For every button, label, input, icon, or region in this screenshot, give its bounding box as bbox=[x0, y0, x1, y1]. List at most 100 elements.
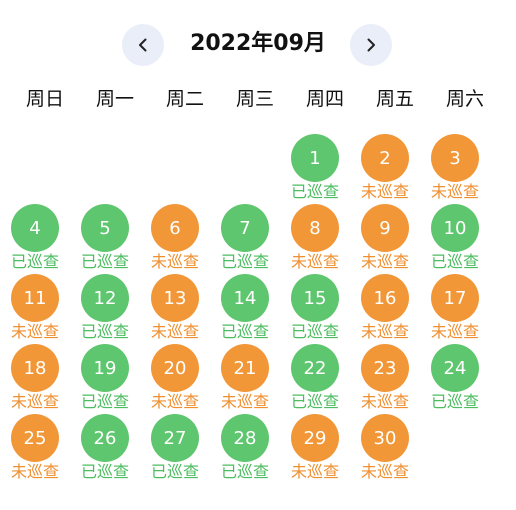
day-number: 27 bbox=[151, 414, 199, 462]
patrol-status-label: 未巡查 bbox=[10, 392, 59, 411]
day-number: 18 bbox=[11, 344, 59, 392]
day-number: 2 bbox=[361, 134, 409, 182]
calendar-day-27[interactable]: 27 已巡查 bbox=[140, 414, 210, 484]
patrol-status-label: 已巡查 bbox=[430, 392, 479, 411]
patrol-status-label: 已巡查 bbox=[80, 392, 129, 411]
day-number: 24 bbox=[431, 344, 479, 392]
day-number: 5 bbox=[81, 204, 129, 252]
day-number: 6 bbox=[151, 204, 199, 252]
day-number: 21 bbox=[221, 344, 269, 392]
day-number: 8 bbox=[291, 204, 339, 252]
patrol-status-label: 未巡查 bbox=[430, 322, 479, 341]
day-number: 3 bbox=[431, 134, 479, 182]
day-number: 29 bbox=[291, 414, 339, 462]
calendar-day-18[interactable]: 18 未巡查 bbox=[0, 344, 70, 414]
weekday-label: 周四 bbox=[305, 88, 344, 110]
calendar-day-15[interactable]: 15 已巡查 bbox=[280, 274, 350, 344]
patrol-status-label: 已巡查 bbox=[220, 322, 269, 341]
calendar-day-4[interactable]: 4 已巡查 bbox=[0, 204, 70, 274]
day-number: 26 bbox=[81, 414, 129, 462]
calendar-day-5[interactable]: 5 已巡查 bbox=[70, 204, 140, 274]
patrol-status-label: 未巡查 bbox=[220, 392, 269, 411]
patrol-status-label: 未巡查 bbox=[290, 462, 339, 481]
prev-month-button[interactable] bbox=[122, 24, 164, 66]
patrol-status-label: 已巡查 bbox=[220, 252, 269, 271]
patrol-status-label: 已巡查 bbox=[80, 462, 129, 481]
day-number: 13 bbox=[151, 274, 199, 322]
calendar-day-21[interactable]: 21 未巡查 bbox=[210, 344, 280, 414]
day-number: 10 bbox=[431, 204, 479, 252]
day-number: 22 bbox=[291, 344, 339, 392]
patrol-status-label: 已巡查 bbox=[290, 182, 339, 201]
weekday-label: 周日 bbox=[25, 88, 64, 110]
patrol-status-label: 未巡查 bbox=[290, 252, 339, 271]
weekday-label: 周六 bbox=[445, 88, 484, 110]
calendar-day-23[interactable]: 23 未巡查 bbox=[350, 344, 420, 414]
calendar-day-24[interactable]: 24 已巡查 bbox=[420, 344, 490, 414]
calendar-day-20[interactable]: 20 未巡查 bbox=[140, 344, 210, 414]
patrol-status-label: 未巡查 bbox=[10, 322, 59, 341]
day-number: 14 bbox=[221, 274, 269, 322]
day-number: 17 bbox=[431, 274, 479, 322]
patrol-status-label: 已巡查 bbox=[80, 252, 129, 271]
month-title: 2022年09月 bbox=[190, 31, 326, 56]
patrol-status-label: 未巡查 bbox=[150, 252, 199, 271]
chevron-left-icon bbox=[139, 38, 147, 52]
calendar-day-10[interactable]: 10 已巡查 bbox=[420, 204, 490, 274]
patrol-status-label: 未巡查 bbox=[360, 322, 409, 341]
chevron-right-icon bbox=[367, 38, 375, 52]
weekday-label: 周一 bbox=[95, 88, 134, 110]
weekday-header-row: 周日 周一 周二 周三 周四 周五 周六 bbox=[0, 84, 516, 114]
day-number: 23 bbox=[361, 344, 409, 392]
day-number: 1 bbox=[291, 134, 339, 182]
day-number: 30 bbox=[361, 414, 409, 462]
patrol-status-label: 已巡查 bbox=[220, 462, 269, 481]
patrol-status-label: 未巡查 bbox=[430, 182, 479, 201]
patrol-status-label: 未巡查 bbox=[360, 462, 409, 481]
calendar-day-17[interactable]: 17 未巡查 bbox=[420, 274, 490, 344]
calendar-day-14[interactable]: 14 已巡查 bbox=[210, 274, 280, 344]
calendar-day-22[interactable]: 22 已巡查 bbox=[280, 344, 350, 414]
weekday-label: 周五 bbox=[375, 88, 414, 110]
day-number: 15 bbox=[291, 274, 339, 322]
day-number: 9 bbox=[361, 204, 409, 252]
weekday-label: 周二 bbox=[165, 88, 204, 110]
day-number: 16 bbox=[361, 274, 409, 322]
day-number: 25 bbox=[11, 414, 59, 462]
patrol-status-label: 未巡查 bbox=[360, 392, 409, 411]
calendar-day-2[interactable]: 2 未巡查 bbox=[350, 134, 420, 204]
next-month-button[interactable] bbox=[350, 24, 392, 66]
calendar-day-1[interactable]: 1 已巡查 bbox=[280, 134, 350, 204]
calendar-day-3[interactable]: 3 未巡查 bbox=[420, 134, 490, 204]
calendar-day-30[interactable]: 30 未巡查 bbox=[350, 414, 420, 484]
calendar-day-9[interactable]: 9 未巡查 bbox=[350, 204, 420, 274]
calendar-day-6[interactable]: 6 未巡查 bbox=[140, 204, 210, 274]
patrol-status-label: 未巡查 bbox=[10, 462, 59, 481]
calendar-day-26[interactable]: 26 已巡查 bbox=[70, 414, 140, 484]
day-number: 20 bbox=[151, 344, 199, 392]
day-number: 7 bbox=[221, 204, 269, 252]
patrol-status-label: 未巡查 bbox=[360, 182, 409, 201]
calendar-day-19[interactable]: 19 已巡查 bbox=[70, 344, 140, 414]
calendar-day-25[interactable]: 25 未巡查 bbox=[0, 414, 70, 484]
day-number: 12 bbox=[81, 274, 129, 322]
calendar-day-12[interactable]: 12 已巡查 bbox=[70, 274, 140, 344]
calendar-day-8[interactable]: 8 未巡查 bbox=[280, 204, 350, 274]
calendar-day-16[interactable]: 16 未巡查 bbox=[350, 274, 420, 344]
calendar-day-13[interactable]: 13 未巡查 bbox=[140, 274, 210, 344]
patrol-status-label: 未巡查 bbox=[150, 392, 199, 411]
patrol-status-label: 已巡查 bbox=[430, 252, 479, 271]
patrol-status-label: 已巡查 bbox=[290, 322, 339, 341]
calendar-day-28[interactable]: 28 已巡查 bbox=[210, 414, 280, 484]
calendar-day-29[interactable]: 29 未巡查 bbox=[280, 414, 350, 484]
patrol-status-label: 已巡查 bbox=[290, 392, 339, 411]
calendar-header: 2022年09月 bbox=[0, 20, 516, 70]
calendar-day-11[interactable]: 11 未巡查 bbox=[0, 274, 70, 344]
weekday-label: 周三 bbox=[235, 88, 274, 110]
calendar-day-7[interactable]: 7 已巡查 bbox=[210, 204, 280, 274]
day-number: 4 bbox=[11, 204, 59, 252]
day-number: 28 bbox=[221, 414, 269, 462]
patrol-status-label: 已巡查 bbox=[10, 252, 59, 271]
patrol-status-label: 已巡查 bbox=[150, 462, 199, 481]
patrol-status-label: 已巡查 bbox=[80, 322, 129, 341]
